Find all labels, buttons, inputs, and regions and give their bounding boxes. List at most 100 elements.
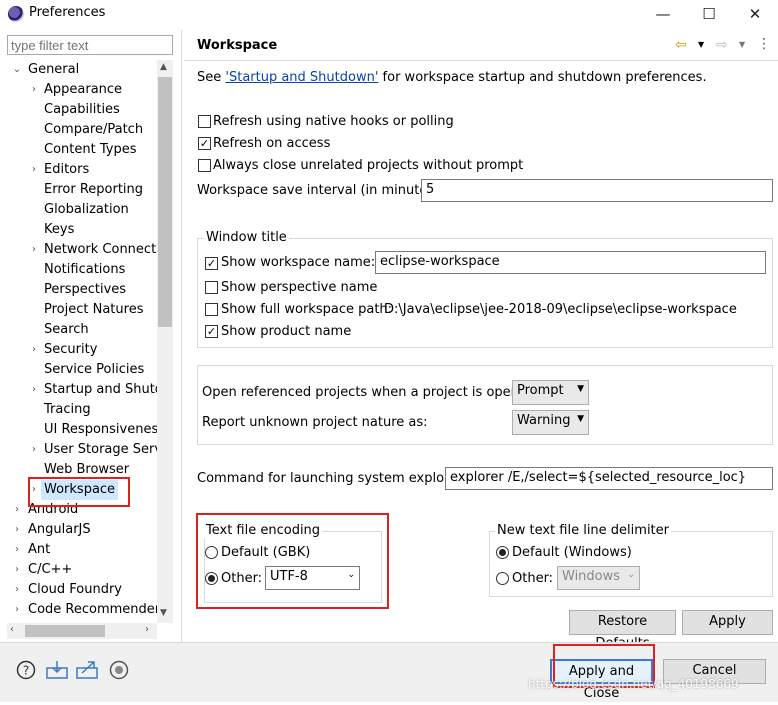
tree-item[interactable]: Startup and Shutdo <box>44 380 171 400</box>
save-interval-input[interactable]: 5 <box>421 179 773 202</box>
expand-chevron-icon[interactable]: › <box>12 604 22 615</box>
minimize-button[interactable]: — <box>640 0 686 30</box>
tree-item[interactable]: Capabilities <box>44 100 120 120</box>
tree-hscroll-thumb[interactable] <box>25 625 105 637</box>
tree-item[interactable]: Error Reporting <box>44 180 143 200</box>
save-interval-label: Workspace save interval (in minutes): <box>197 183 444 198</box>
expand-chevron-icon[interactable]: › <box>29 384 39 395</box>
tree-item[interactable]: Cloud Foundry <box>28 580 122 600</box>
refresh-native-checkbox[interactable] <box>198 115 211 128</box>
show-full-path-checkbox[interactable] <box>205 303 218 316</box>
window-title: Preferences <box>29 5 106 20</box>
tree-item[interactable]: User Storage Servic <box>44 440 173 460</box>
tree-item[interactable]: UI Responsiveness <box>44 420 165 440</box>
export-icon[interactable] <box>76 660 98 680</box>
filter-input[interactable] <box>7 35 173 55</box>
refresh-access-checkbox[interactable]: ✓ <box>198 137 211 150</box>
delim-default-label: Default (Windows) <box>512 545 632 560</box>
view-menu-icon[interactable]: ⋮ <box>757 36 771 52</box>
scroll-left-arrow-icon[interactable]: ‹ <box>10 624 14 635</box>
cmd-input[interactable]: explorer /E,/select=${selected_resource_… <box>445 467 773 490</box>
expand-chevron-icon[interactable]: › <box>29 164 39 175</box>
restore-defaults-button[interactable]: Restore Defaults <box>569 610 676 651</box>
expand-chevron-icon[interactable]: › <box>29 344 39 355</box>
close-button[interactable]: ✕ <box>732 0 778 30</box>
tree-item[interactable]: Compare/Patch <box>44 120 143 140</box>
tree-item[interactable]: Appearance <box>44 80 122 100</box>
tree-item[interactable]: Perspectives <box>44 280 126 300</box>
scroll-down-arrow-icon[interactable]: ▼ <box>160 608 167 618</box>
show-product-checkbox[interactable]: ✓ <box>205 325 218 338</box>
highlight-encoding <box>196 513 389 609</box>
help-icon[interactable]: ? <box>16 660 36 680</box>
tree-item[interactable]: Editors <box>44 160 89 180</box>
show-full-path-label: Show full workspace path: <box>221 302 393 317</box>
forward-menu-icon[interactable]: ▼ <box>739 40 745 49</box>
tree-item[interactable]: Code Recommenders <box>28 600 167 620</box>
tree-item[interactable]: Ant <box>28 540 50 560</box>
delim-other-select[interactable]: Windows ⌄ <box>557 566 640 590</box>
show-ws-name-checkbox[interactable]: ✓ <box>205 257 218 270</box>
scroll-up-arrow-icon[interactable]: ▲ <box>160 62 167 72</box>
delim-default-radio[interactable] <box>496 546 509 559</box>
delimiter-group-label: New text file line delimiter <box>495 523 671 538</box>
tree-item[interactable]: Notifications <box>44 260 125 280</box>
expand-chevron-icon[interactable]: › <box>29 84 39 95</box>
import-icon[interactable] <box>46 660 68 680</box>
tree-item[interactable]: Project Natures <box>44 300 143 320</box>
tree-item[interactable]: Keys <box>44 220 74 240</box>
apply-button[interactable]: Apply <box>682 610 773 635</box>
page-title: Workspace <box>197 38 278 53</box>
expand-chevron-icon[interactable]: › <box>12 584 22 595</box>
unknown-nature-value: Warning <box>517 413 571 428</box>
refresh-native-label: Refresh using native hooks or polling <box>213 114 454 129</box>
cmd-label: Command for launching system explorer: <box>197 471 467 486</box>
show-perspective-checkbox[interactable] <box>205 281 218 294</box>
expand-chevron-icon[interactable]: › <box>29 444 39 455</box>
header-separator <box>184 60 778 61</box>
tree-item[interactable]: Tracing <box>44 400 91 420</box>
tree-item[interactable]: General <box>28 60 79 80</box>
back-menu-icon[interactable]: ▼ <box>698 40 704 49</box>
tree-item[interactable]: Network Connectio <box>44 240 168 260</box>
maximize-button[interactable]: ☐ <box>686 0 732 30</box>
forward-arrow-icon[interactable]: ⇨ <box>716 37 728 53</box>
show-ws-name-label: Show workspace name: <box>221 255 376 270</box>
record-icon[interactable] <box>109 660 129 680</box>
show-product-label: Show product name <box>221 324 352 339</box>
see-suffix: for workspace startup and shutdown prefe… <box>378 70 707 85</box>
delim-other-value: Windows <box>562 569 621 584</box>
ws-name-input[interactable]: eclipse-workspace <box>375 251 766 274</box>
close-unrelated-checkbox[interactable] <box>198 159 211 172</box>
tree-item[interactable]: Service Policies <box>44 360 144 380</box>
expand-chevron-icon[interactable]: › <box>29 244 39 255</box>
unknown-nature-label: Report unknown project nature as: <box>202 415 428 430</box>
open-ref-select[interactable]: Prompt ▼ <box>512 380 589 405</box>
unknown-nature-select[interactable]: Warning ▼ <box>512 410 589 435</box>
expand-chevron-icon[interactable]: ⌄ <box>12 64 22 75</box>
tree-item[interactable]: Globalization <box>44 200 129 220</box>
refresh-access-label: Refresh on access <box>213 136 331 151</box>
close-unrelated-label: Always close unrelated projects without … <box>213 158 524 173</box>
tree-item[interactable]: Search <box>44 320 89 340</box>
delim-other-label: Other: <box>512 571 554 586</box>
delim-other-radio[interactable] <box>496 572 509 585</box>
expand-chevron-icon[interactable]: › <box>12 544 22 555</box>
tree-item[interactable]: Security <box>44 340 97 360</box>
expand-chevron-icon[interactable]: › <box>12 504 22 515</box>
show-perspective-label: Show perspective name <box>221 280 378 295</box>
window-title-group-label: Window title <box>204 230 289 245</box>
see-prefix: See <box>197 70 226 85</box>
tree-item[interactable]: C/C++ <box>28 560 72 580</box>
projects-group <box>197 365 773 445</box>
tree-item[interactable]: Content Types <box>44 140 136 160</box>
eclipse-icon <box>8 6 24 22</box>
scroll-right-arrow-icon[interactable]: › <box>145 624 149 635</box>
tree-item[interactable]: AngularJS <box>28 520 91 540</box>
tree-scroll-thumb[interactable] <box>158 77 172 327</box>
back-arrow-icon[interactable]: ⇦ <box>675 37 687 53</box>
startup-link-text: See 'Startup and Shutdown' for workspace… <box>197 70 707 85</box>
startup-shutdown-link[interactable]: 'Startup and Shutdown' <box>225 70 378 85</box>
expand-chevron-icon[interactable]: › <box>12 524 22 535</box>
expand-chevron-icon[interactable]: › <box>12 564 22 575</box>
